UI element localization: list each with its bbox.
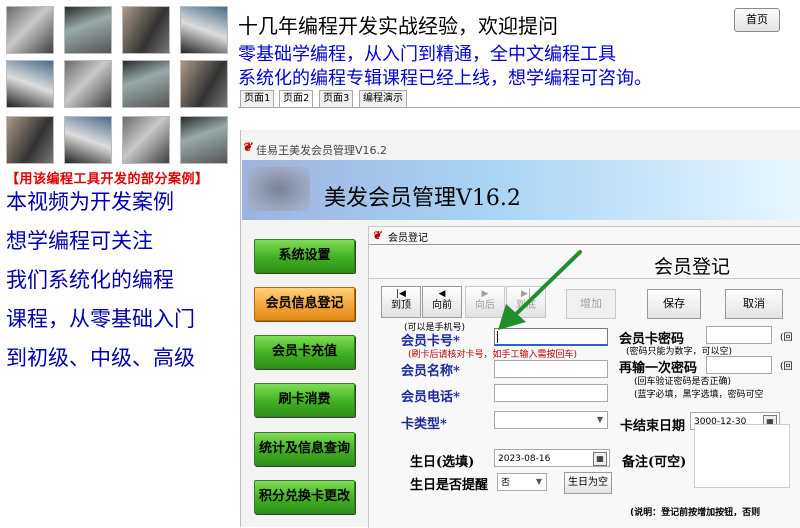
case-thumbnail bbox=[122, 6, 170, 54]
tab-page-1[interactable]: 页面1 bbox=[240, 90, 275, 107]
card-no-warning: (刷卡后请核对卡号，如手工输入需按回车) bbox=[408, 350, 578, 360]
note-textarea[interactable] bbox=[694, 424, 790, 488]
birthday-empty-button[interactable]: 生日为空 bbox=[564, 472, 612, 494]
app-logo-icon: ❦ bbox=[242, 140, 253, 154]
card-type-label: 卡类型* bbox=[401, 417, 447, 432]
save-button[interactable]: 保存 bbox=[647, 289, 701, 319]
app-title-bar: ❦ 佳易王美发会员管理V16.2 bbox=[240, 138, 800, 158]
left-promo-line: 本视频为开发案例 bbox=[6, 190, 174, 214]
banner-title: 美发会员管理V16.2 bbox=[324, 186, 521, 211]
menu-statistics-query[interactable]: 统计及信息查询 bbox=[254, 432, 355, 466]
subwindow-title: 会员登记 bbox=[388, 233, 428, 244]
subwindow-logo-icon: ❦ bbox=[372, 229, 382, 242]
header-line-2: 零基础学编程，从入门到精通，全中文编程工具 bbox=[238, 44, 616, 65]
birthday-remind-label: 生日是否提醒 bbox=[410, 478, 489, 493]
tab-page-2[interactable]: 页面2 bbox=[279, 90, 314, 108]
end-date-label: 卡结束日期 bbox=[620, 419, 686, 434]
case-thumbnail bbox=[6, 6, 54, 54]
chevron-down-icon: ▼ bbox=[535, 477, 543, 486]
left-promo-line: 我们系统化的编程 bbox=[6, 268, 174, 292]
header-line-3: 系统化的编程专辑课程已经上线，想学编程可咨询。 bbox=[238, 68, 652, 89]
card-type-select[interactable]: ▼ bbox=[494, 411, 608, 429]
case-thumbnail bbox=[6, 60, 54, 108]
title-divider bbox=[369, 244, 800, 245]
form-heading: 会员登记 bbox=[654, 256, 731, 278]
case-thumbnail-grid bbox=[6, 6, 232, 166]
password-again-input[interactable] bbox=[706, 356, 772, 374]
card-password-input[interactable] bbox=[706, 326, 772, 344]
calendar-icon[interactable]: ▦ bbox=[593, 452, 607, 466]
menu-member-registration[interactable]: 会员信息登记 bbox=[254, 287, 355, 321]
blurred-logo-icon bbox=[248, 167, 310, 211]
menu-card-recharge[interactable]: 会员卡充值 bbox=[254, 335, 355, 369]
chevron-down-icon: ▼ bbox=[596, 415, 604, 424]
member-phone-label: 会员电话* bbox=[401, 390, 460, 405]
menu-swipe-consume[interactable]: 刷卡消费 bbox=[254, 383, 355, 417]
tab-page-3[interactable]: 页面3 bbox=[319, 90, 354, 107]
left-promo-line: 想学编程可关注 bbox=[6, 229, 153, 253]
home-button[interactable]: 首页 bbox=[734, 8, 780, 32]
case-thumbnail bbox=[64, 6, 112, 54]
case-thumbnail bbox=[180, 6, 228, 54]
password-right-hint: (回 bbox=[780, 333, 793, 343]
tab-demo[interactable]: 编程演示 bbox=[359, 90, 407, 107]
birthday-label: 生日(选填) bbox=[410, 455, 475, 470]
password-again-hint: (回车验证密码是否正确) bbox=[634, 377, 732, 387]
note-label: 备注(可空) bbox=[622, 455, 687, 470]
header-line-1: 十几年编程开发实战经验，欢迎提问 bbox=[238, 14, 558, 38]
cancel-button[interactable]: 取消 bbox=[725, 289, 783, 319]
case-thumbnail bbox=[180, 116, 228, 164]
member-phone-input[interactable] bbox=[494, 384, 608, 402]
case-title: 【用该编程工具开发的部分案例】 bbox=[6, 172, 209, 187]
tab-divider bbox=[238, 107, 800, 108]
case-thumbnail bbox=[122, 60, 170, 108]
left-promo-line: 课程，从零基础入门 bbox=[6, 307, 195, 331]
menu-system-settings[interactable]: 系统设置 bbox=[254, 239, 355, 273]
case-thumbnail bbox=[122, 116, 170, 164]
case-thumbnail bbox=[64, 116, 112, 164]
nav-prev-button[interactable]: ◀ 向前 bbox=[422, 286, 462, 318]
password-again-right-hint: (回 bbox=[780, 362, 793, 372]
menu-points-exchange[interactable]: 积分兑换卡更改 bbox=[254, 480, 355, 514]
app-title: 佳易王美发会员管理V16.2 bbox=[256, 144, 388, 157]
member-name-label: 会员名称* bbox=[401, 364, 460, 379]
birthday-remind-select[interactable]: 否 ▼ bbox=[497, 473, 547, 491]
case-thumbnail bbox=[6, 116, 54, 164]
footer-note: (说明：登记前按增加按钮，否则 bbox=[630, 508, 761, 518]
required-fields-hint: (蓝字必填，黑字选填，密码可空 bbox=[634, 390, 764, 400]
annotation-arrow-icon bbox=[498, 250, 582, 330]
member-name-input[interactable] bbox=[494, 360, 608, 378]
left-promo-line: 到初级、中级、高级 bbox=[6, 346, 195, 370]
nav-first-button[interactable]: |◀ 到顶 bbox=[381, 286, 421, 318]
case-thumbnail bbox=[180, 60, 228, 108]
birthday-input[interactable]: 2023-08-16 ▦ bbox=[494, 449, 610, 467]
case-thumbnail bbox=[64, 60, 112, 108]
